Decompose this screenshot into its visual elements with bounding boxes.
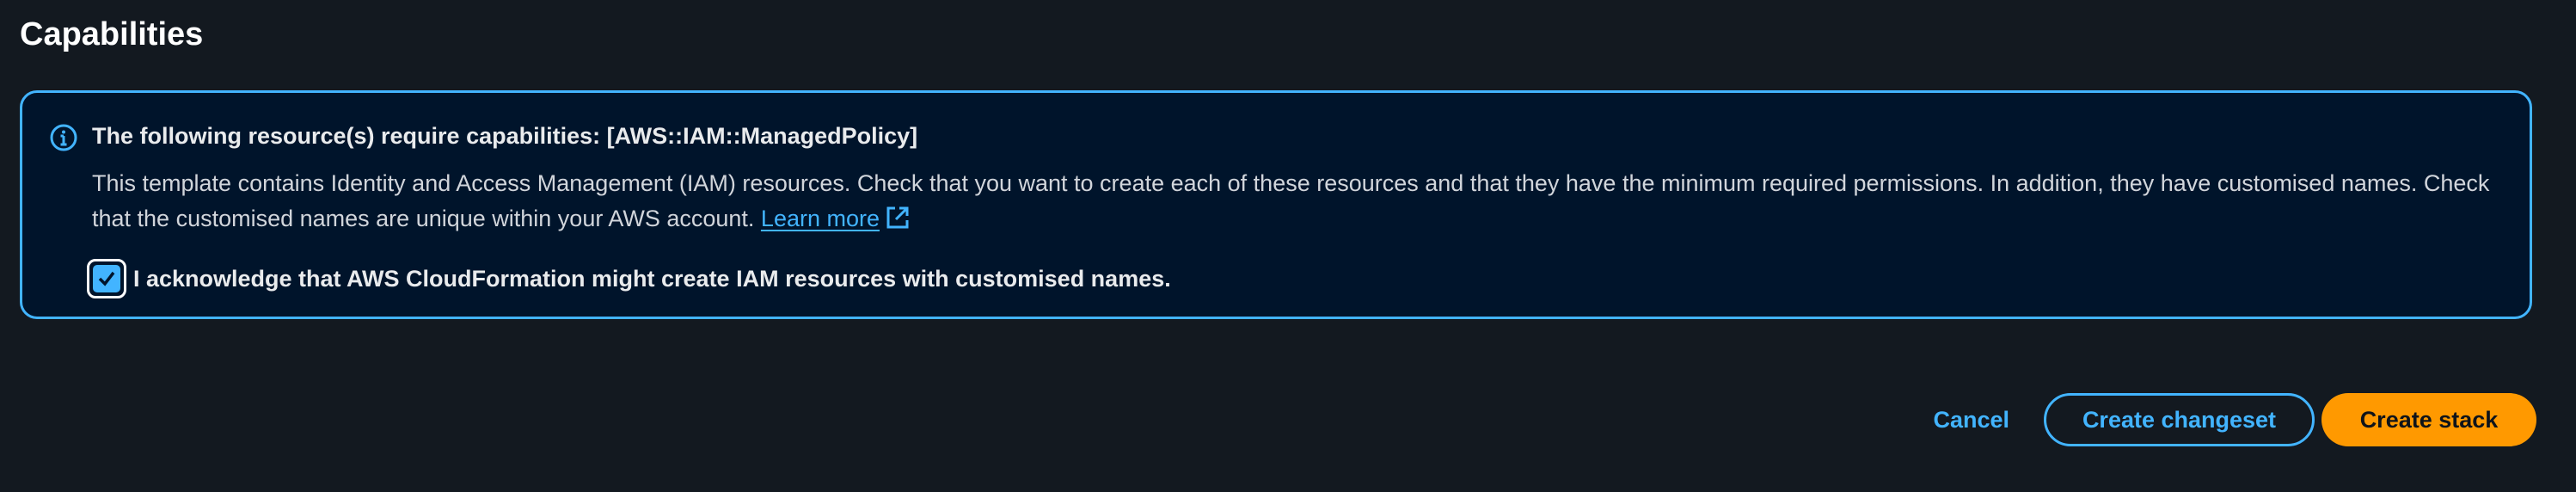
checkbox-box	[93, 265, 120, 292]
alert-body-text: This template contains Identity and Acce…	[92, 170, 2490, 231]
cancel-button[interactable]: Cancel	[1909, 393, 2033, 446]
create-changeset-button[interactable]: Create changeset	[2044, 393, 2315, 446]
checkmark-icon	[98, 271, 115, 286]
page: Capabilities The following resource(s) r…	[0, 0, 2576, 492]
info-icon	[49, 123, 78, 152]
acknowledge-row: I acknowledge that AWS CloudFormation mi…	[87, 259, 1171, 298]
acknowledge-checkbox[interactable]	[87, 259, 126, 298]
alert-body: This template contains Identity and Acce…	[92, 166, 2491, 237]
capabilities-alert: The following resource(s) require capabi…	[20, 90, 2532, 319]
learn-more-label: Learn more	[760, 206, 880, 231]
external-link-icon[interactable]	[885, 205, 911, 231]
form-actions: Cancel Create changeset Create stack	[1909, 393, 2536, 446]
section-title: Capabilities	[20, 16, 204, 52]
acknowledge-label[interactable]: I acknowledge that AWS CloudFormation mi…	[133, 261, 1171, 296]
learn-more-link[interactable]: Learn more	[761, 206, 880, 231]
create-stack-button[interactable]: Create stack	[2321, 393, 2536, 446]
alert-heading: The following resource(s) require capabi…	[92, 123, 918, 149]
